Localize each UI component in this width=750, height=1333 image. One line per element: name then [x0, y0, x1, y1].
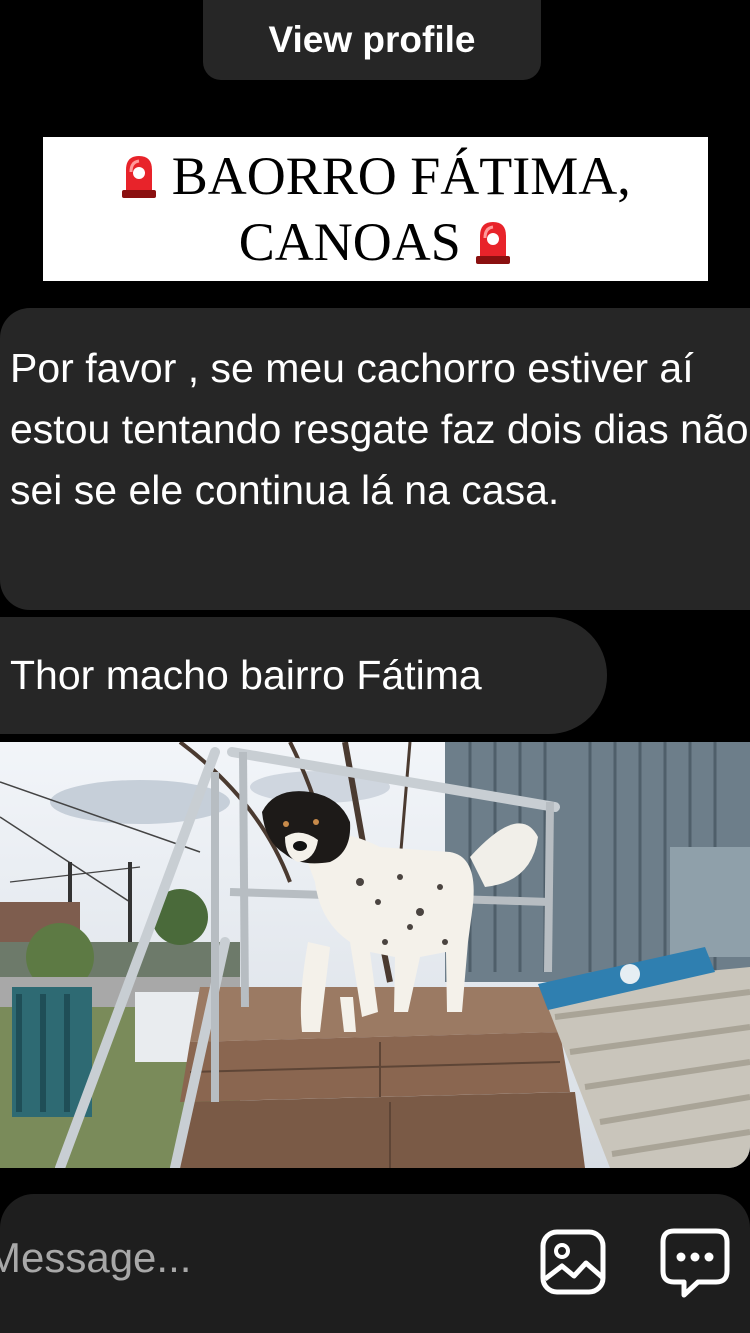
message-text: Por favor , se meu cachorro estiver aí e…	[10, 345, 749, 513]
siren-icon	[476, 222, 511, 264]
sticker-button[interactable]	[660, 1227, 730, 1299]
banner-line-2: CANOAS	[43, 209, 708, 275]
siren-icon	[122, 156, 157, 198]
message-text: Thor macho bairro Fátima	[10, 652, 482, 698]
banner-line-1-text: BAORRO FÁTIMA,	[171, 146, 631, 206]
banner-line-2-text: CANOAS	[238, 212, 461, 272]
banner-line-1: BAORRO FÁTIMA,	[43, 143, 708, 209]
gallery-button[interactable]	[540, 1229, 606, 1295]
message-bubble[interactable]: Thor macho bairro Fátima	[0, 617, 607, 734]
image-icon	[540, 1229, 606, 1295]
dog-photo[interactable]	[0, 742, 750, 1168]
chat-bubble-dots-icon	[660, 1228, 730, 1298]
dog-photo-illustration	[0, 742, 750, 1168]
view-profile-button[interactable]: View profile	[203, 0, 541, 80]
message-bubble[interactable]: Por favor , se meu cachorro estiver aí e…	[0, 308, 750, 610]
message-input[interactable]	[0, 1224, 488, 1292]
message-composer	[0, 1194, 750, 1333]
view-profile-label: View profile	[268, 19, 476, 60]
message-banner-image[interactable]: BAORRO FÁTIMA, CANOAS	[43, 137, 708, 281]
